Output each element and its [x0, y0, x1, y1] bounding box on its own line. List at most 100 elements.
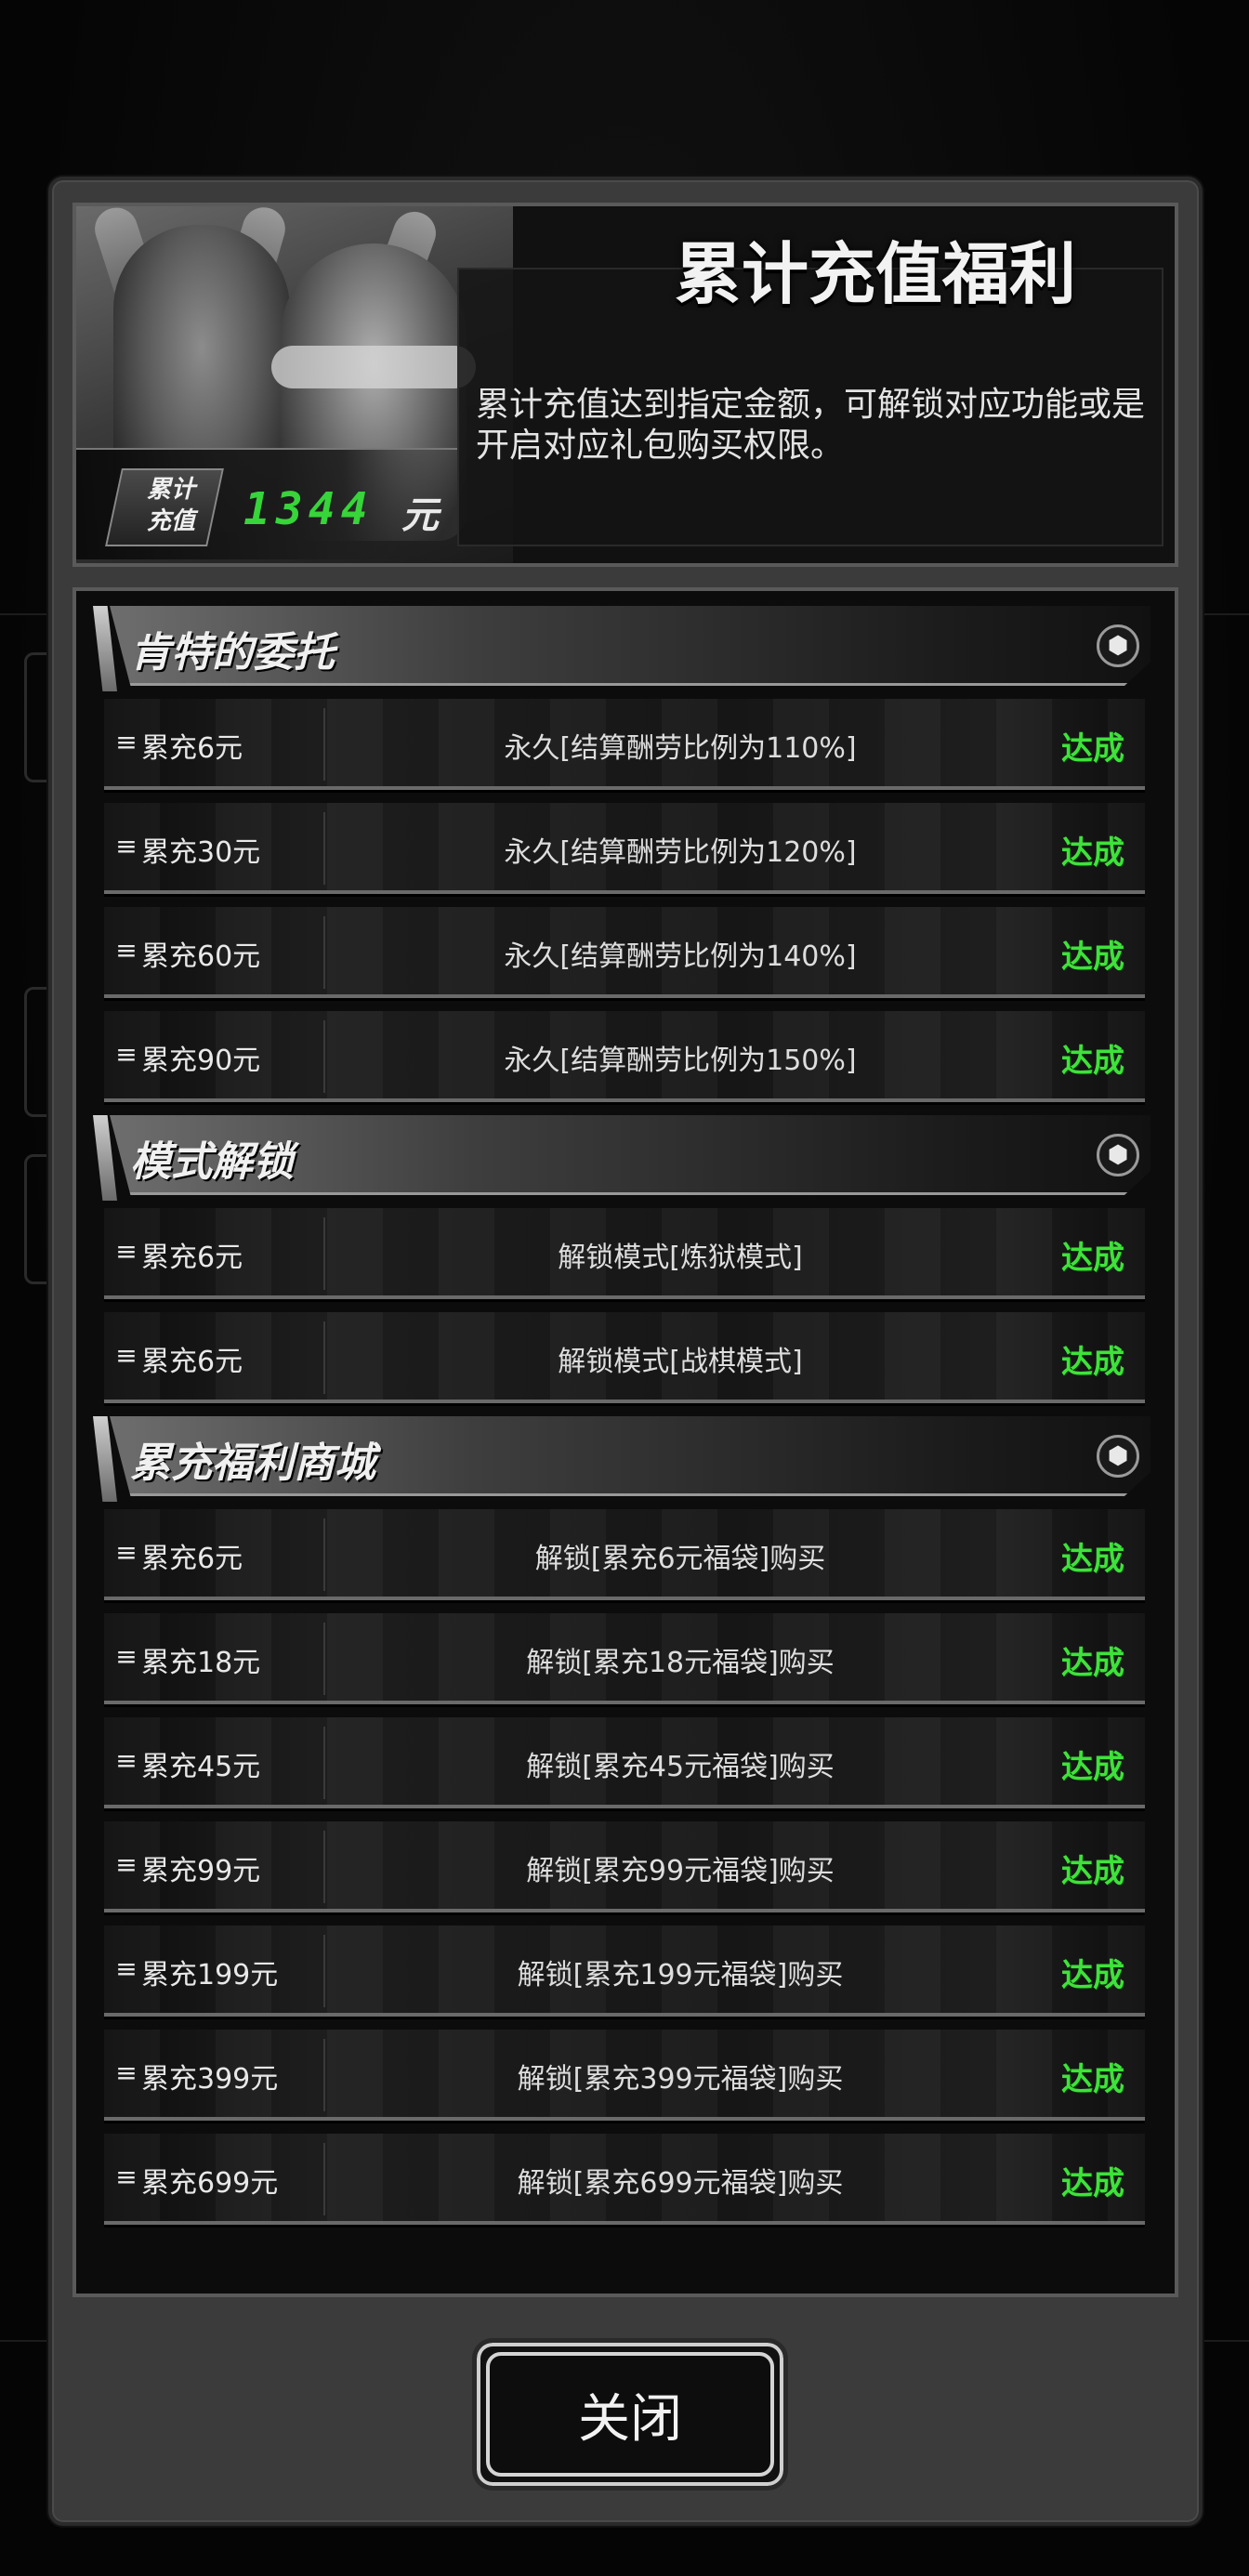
close-button-label: 关闭 — [486, 2352, 774, 2477]
layers-icon: ≡ — [115, 2057, 138, 2088]
section-header: 肯特的委托 ⬢ — [91, 606, 1160, 691]
reward-description: 永久[结算酬劳比例为150%] — [504, 1045, 857, 1077]
hexagon-icon: ⬢ — [1097, 1134, 1139, 1176]
recharge-requirement: 累充90元 — [141, 1045, 261, 1077]
layers-icon: ≡ — [115, 1641, 138, 1672]
row-divider — [323, 708, 325, 781]
reward-row: ≡ 累充90元 永久[结算酬劳比例为150%] 达成 — [104, 1011, 1145, 1102]
status-achieved: 达成 — [1061, 1541, 1124, 1578]
section-title: 模式解锁 — [130, 1138, 294, 1186]
row-divider — [323, 1623, 325, 1695]
status-achieved: 达成 — [1061, 1749, 1124, 1786]
row-divider — [323, 2039, 325, 2111]
reward-description: 永久[结算酬劳比例为140%] — [504, 940, 857, 973]
layers-icon: ≡ — [115, 935, 138, 966]
reward-row: ≡ 累充18元 解锁[累充18元福袋]购买 达成 — [104, 1613, 1145, 1704]
row-divider — [323, 1020, 325, 1093]
status-achieved: 达成 — [1061, 730, 1124, 768]
recharge-requirement: 累充6元 — [141, 1543, 243, 1575]
row-divider — [323, 1935, 325, 2007]
status-achieved: 达成 — [1061, 835, 1124, 872]
layers-icon: ≡ — [115, 831, 138, 861]
total-label-line2: 充值 — [146, 507, 195, 535]
layers-icon: ≡ — [115, 1039, 138, 1070]
character-portrait: 累计 充值 1344 元 — [76, 206, 513, 563]
recharge-requirement: 累充60元 — [141, 940, 261, 973]
total-recharge-plate: 累计 充值 1344 元 — [76, 448, 457, 559]
total-label-line1: 累计 — [146, 476, 195, 504]
hat-fur-trim — [271, 346, 476, 388]
recharge-requirement: 累充45元 — [141, 1751, 261, 1783]
recharge-requirement: 累充6元 — [141, 732, 243, 765]
status-achieved: 达成 — [1061, 1853, 1124, 1890]
reward-row: ≡ 累充199元 解锁[累充199元福袋]购买 达成 — [104, 1925, 1145, 2017]
row-divider — [323, 1321, 325, 1394]
layers-icon: ≡ — [115, 1849, 138, 1880]
total-recharge-amount: 1344 — [243, 483, 374, 535]
header-banner: 累计 充值 1344 元 累计充值福利 累计充值达到指定金额，可解锁对应功能或是… — [72, 203, 1178, 567]
status-achieved: 达成 — [1061, 1957, 1124, 1994]
reward-description: 解锁模式[炼狱模式] — [558, 1242, 803, 1274]
row-divider — [323, 812, 325, 885]
reward-row: ≡ 累充45元 解锁[累充45元福袋]购买 达成 — [104, 1717, 1145, 1808]
row-divider — [323, 2143, 325, 2215]
reward-description: 解锁[累充199元福袋]购买 — [517, 1959, 844, 1991]
layers-icon: ≡ — [115, 1340, 138, 1371]
reward-description: 永久[结算酬劳比例为120%] — [504, 836, 857, 869]
status-achieved: 达成 — [1061, 939, 1124, 976]
row-divider — [323, 1217, 325, 1290]
recharge-requirement: 累充6元 — [141, 1242, 243, 1274]
layers-icon: ≡ — [115, 1236, 138, 1267]
reward-description: 解锁[累充45元福袋]购买 — [526, 1751, 835, 1783]
recharge-benefits-dialog: 累计 充值 1344 元 累计充值福利 累计充值达到指定金额，可解锁对应功能或是… — [48, 177, 1203, 2526]
layers-icon: ≡ — [115, 2162, 138, 2192]
section-title: 肯特的委托 — [130, 629, 335, 677]
total-recharge-label: 累计 充值 — [125, 474, 217, 537]
recharge-requirement: 累充99元 — [141, 1855, 261, 1887]
reward-description: 解锁[累充699元福袋]购买 — [517, 2167, 844, 2200]
status-achieved: 达成 — [1061, 1240, 1124, 1277]
hexagon-icon: ⬢ — [1097, 1435, 1139, 1478]
status-achieved: 达成 — [1061, 1344, 1124, 1381]
reward-row: ≡ 累充6元 永久[结算酬劳比例为110%] 达成 — [104, 699, 1145, 790]
layers-icon: ≡ — [115, 1953, 138, 1984]
reward-row: ≡ 累充399元 解锁[累充399元福袋]购买 达成 — [104, 2030, 1145, 2121]
section-title: 累充福利商城 — [130, 1439, 375, 1487]
row-divider — [323, 1518, 325, 1591]
row-divider — [323, 1831, 325, 1903]
description-text: 累计充值达到指定金额，可解锁对应功能或是开启对应礼包购买权限。 — [476, 386, 1146, 465]
status-achieved: 达成 — [1061, 2165, 1124, 2202]
row-divider — [323, 1727, 325, 1799]
recharge-requirement: 累充699元 — [141, 2167, 279, 2200]
status-achieved: 达成 — [1061, 1645, 1124, 1682]
reward-row: ≡ 累充60元 永久[结算酬劳比例为140%] 达成 — [104, 907, 1145, 998]
row-divider — [323, 916, 325, 989]
reward-description: 解锁模式[战棋模式] — [558, 1346, 803, 1378]
recharge-requirement: 累充199元 — [141, 1959, 279, 1991]
layers-icon: ≡ — [115, 727, 138, 757]
hexagon-icon: ⬢ — [1097, 624, 1139, 667]
reward-description: 解锁[累充399元福袋]购买 — [517, 2063, 844, 2096]
close-button[interactable]: 关闭 — [472, 2338, 788, 2491]
reward-row: ≡ 累充6元 解锁模式[炼狱模式] 达成 — [104, 1208, 1145, 1299]
page-title: 累计充值福利 — [674, 235, 1076, 313]
section-header: 累充福利商城 ⬢ — [91, 1416, 1160, 1502]
recharge-requirement: 累充18元 — [141, 1647, 261, 1679]
recharge-requirement: 累充30元 — [141, 836, 261, 869]
total-recharge-unit: 元 — [401, 494, 439, 537]
section-header: 模式解锁 ⬢ — [91, 1115, 1160, 1201]
reward-row: ≡ 累充99元 解锁[累充99元福袋]购买 达成 — [104, 1821, 1145, 1912]
reward-description: 解锁[累充6元福袋]购买 — [534, 1543, 826, 1575]
status-achieved: 达成 — [1061, 1043, 1124, 1080]
layers-icon: ≡ — [115, 1745, 138, 1776]
reward-row: ≡ 累充6元 解锁模式[战棋模式] 达成 — [104, 1312, 1145, 1403]
recharge-requirement: 累充6元 — [141, 1346, 243, 1378]
recharge-requirement: 累充399元 — [141, 2063, 279, 2096]
rewards-list[interactable]: 肯特的委托 ⬢ ≡ 累充6元 永久[结算酬劳比例为110%] 达成 ≡ 累充30元 永久[结算酬… — [72, 587, 1178, 2297]
layers-icon: ≡ — [115, 1537, 138, 1568]
reward-row: ≡ 累充6元 解锁[累充6元福袋]购买 达成 — [104, 1509, 1145, 1600]
reward-description: 永久[结算酬劳比例为110%] — [504, 732, 857, 765]
reward-description: 解锁[累充99元福袋]购买 — [526, 1855, 835, 1887]
reward-description: 解锁[累充18元福袋]购买 — [526, 1647, 835, 1679]
reward-row: ≡ 累充699元 解锁[累充699元福袋]购买 达成 — [104, 2134, 1145, 2225]
